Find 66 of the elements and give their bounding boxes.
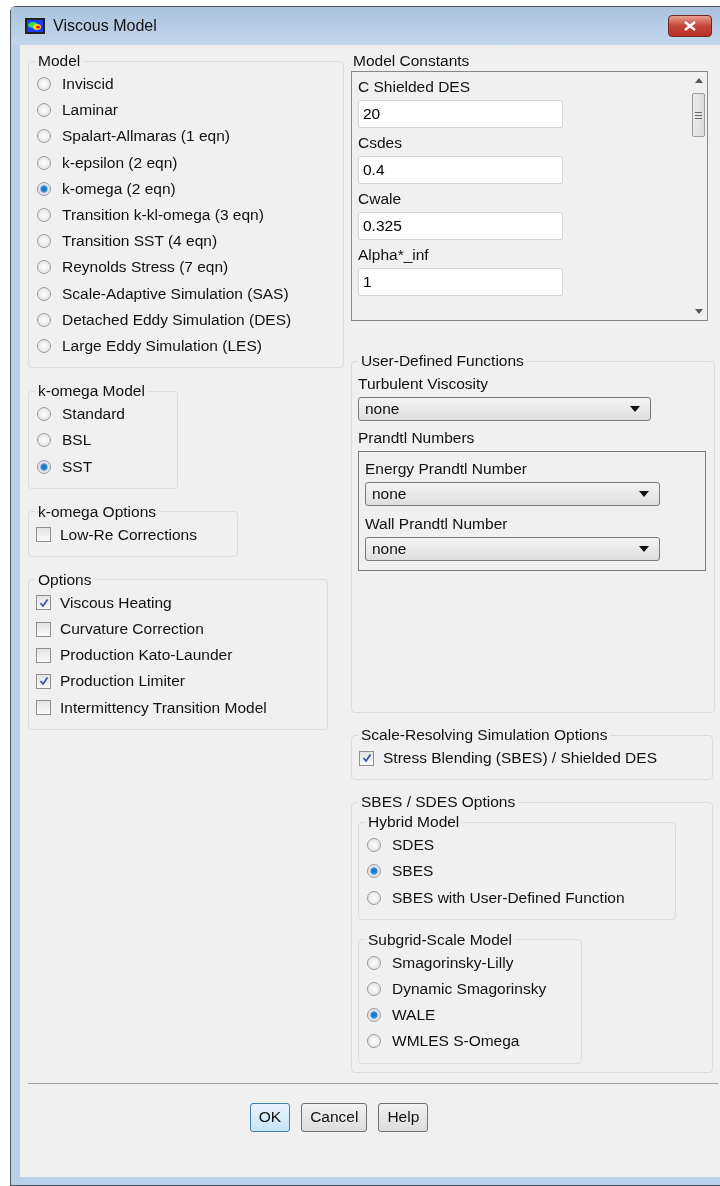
group-title: Options <box>37 569 93 590</box>
radio-option[interactable]: k-epsilon (2 eqn) <box>35 149 335 176</box>
checkbox-option[interactable]: Intermittency Transition Model <box>35 694 319 721</box>
radio-option[interactable]: Transition k-kl-omega (3 eqn) <box>35 201 335 229</box>
input-field[interactable]: 0.325 <box>358 212 563 240</box>
checkbox-option[interactable]: Low-Re Corrections <box>35 521 229 548</box>
dropdown[interactable]: none <box>358 397 651 421</box>
close-button[interactable] <box>668 15 712 37</box>
group-title: Scale-Resolving Simulation Options <box>360 725 609 745</box>
scroll-up-icon[interactable] <box>694 78 703 83</box>
dropdown-arrow-icon <box>630 406 640 412</box>
close-icon <box>684 21 696 31</box>
dialog-button[interactable]: Cancel <box>301 1102 368 1132</box>
scroll-down-icon[interactable] <box>694 309 703 314</box>
checkbox-option[interactable]: Viscous Heating <box>35 589 319 616</box>
field-label: Energy Prandtl Number <box>365 459 528 479</box>
dropdown-arrow-icon <box>639 491 649 497</box>
field-label: Csdes <box>358 133 403 153</box>
field-label: Cwale <box>358 189 403 209</box>
group-title: k-omega Options <box>37 501 158 522</box>
field-label: Prandtl Numbers <box>358 428 476 448</box>
group-title: SBES / SDES Options <box>360 792 517 813</box>
radio-option[interactable]: Standard <box>35 401 169 428</box>
group-title: Hybrid Model <box>367 812 461 833</box>
checkbox-option[interactable]: Production Limiter <box>35 668 319 695</box>
radio-option[interactable]: Detached Eddy Simulation (DES) <box>35 306 335 333</box>
field-label: Alpha*_inf <box>358 245 430 265</box>
radio-option[interactable]: SBES with User-Defined Function <box>365 884 667 911</box>
window-title: Viscous Model <box>53 17 158 35</box>
field-label: C Shielded DES <box>358 77 471 97</box>
radio-option[interactable]: BSL <box>35 427 169 454</box>
section-title: Model Constants <box>353 51 470 71</box>
radio-option[interactable]: Transition SST (4 eqn) <box>35 228 335 255</box>
radio-option[interactable]: SDES <box>365 832 667 859</box>
radio-option[interactable]: Inviscid <box>35 71 335 98</box>
dropdown[interactable]: none <box>365 482 660 506</box>
group-title: k-omega Model <box>37 381 146 402</box>
input-field[interactable]: 0.4 <box>358 156 563 184</box>
radio-option[interactable]: Smagorinsky-Lilly <box>365 949 573 976</box>
group-title: User-Defined Functions <box>360 351 525 371</box>
radio-option[interactable]: WALE <box>365 1002 573 1029</box>
radio-option[interactable]: WMLES S-Omega <box>365 1028 573 1055</box>
checkbox-option[interactable]: Stress Blending (SBES) / Shielded DES <box>358 745 704 772</box>
radio-option[interactable]: Scale-Adaptive Simulation (SAS) <box>35 280 335 307</box>
radio-option[interactable]: SST <box>35 453 169 480</box>
radio-option[interactable]: SBES <box>365 858 667 885</box>
radio-option[interactable]: k-omega (2 eqn) <box>35 175 335 202</box>
input-field[interactable]: 20 <box>358 100 563 128</box>
dialog-button[interactable]: OK <box>249 1102 291 1132</box>
scroll-thumb[interactable] <box>692 93 705 137</box>
field-label: Turbulent Viscosity <box>358 374 490 394</box>
dropdown[interactable]: none <box>365 537 660 561</box>
radio-option[interactable]: Large Eddy Simulation (LES) <box>35 332 335 360</box>
group-title: Subgrid-Scale Model <box>367 929 513 950</box>
radio-option[interactable]: Laminar <box>35 97 335 124</box>
field-label: Wall Prandtl Number <box>365 514 509 534</box>
app-icon <box>25 18 45 34</box>
dialog-button[interactable]: Help <box>378 1102 429 1132</box>
dropdown-arrow-icon <box>639 546 649 552</box>
radio-option[interactable]: Spalart-Allmaras (1 eqn) <box>35 123 335 150</box>
input-field[interactable]: 1 <box>358 268 563 296</box>
checkbox-option[interactable]: Curvature Correction <box>35 616 319 643</box>
radio-option[interactable]: Dynamic Smagorinsky <box>365 975 573 1003</box>
group-title: Model <box>37 51 82 71</box>
radio-option[interactable]: Reynolds Stress (7 eqn) <box>35 254 335 281</box>
checkbox-option[interactable]: Production Kato-Launder <box>35 642 319 669</box>
